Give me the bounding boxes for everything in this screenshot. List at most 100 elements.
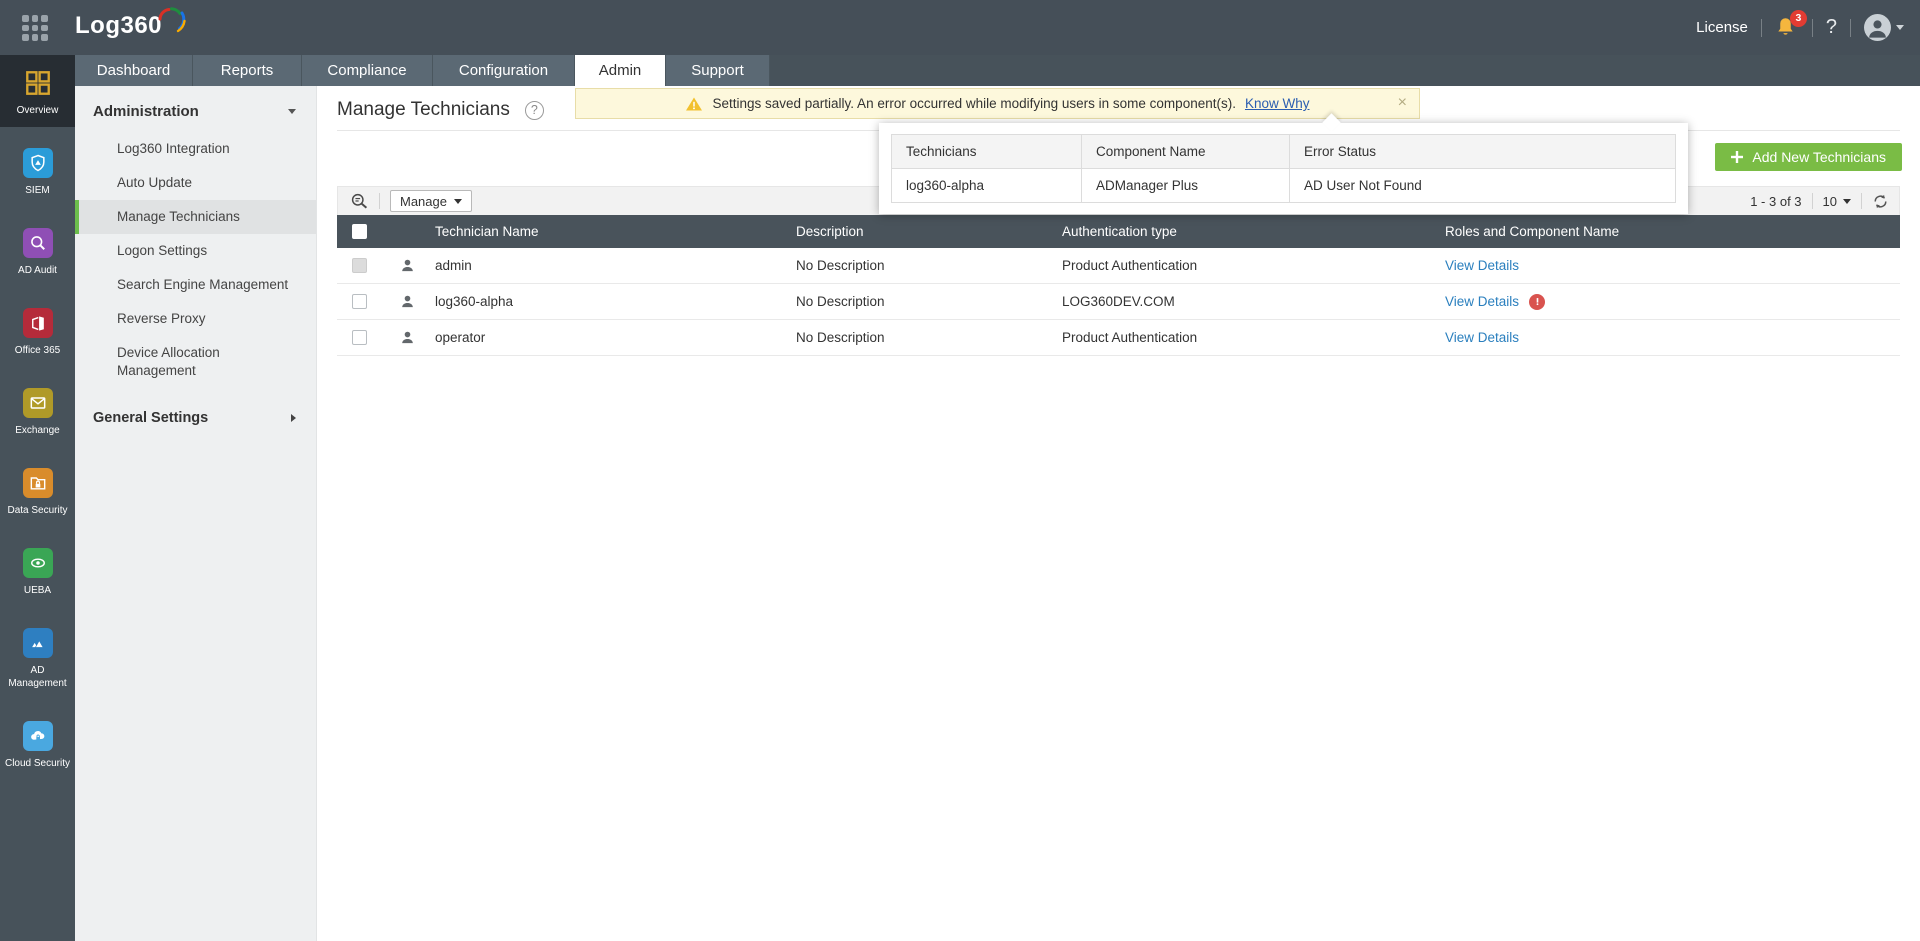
view-details-link[interactable]: View Details xyxy=(1445,294,1519,309)
add-new-technicians-button[interactable]: Add New Technicians xyxy=(1715,143,1902,171)
table-row: operator No Description Product Authenti… xyxy=(337,320,1900,356)
sidebar-item-reverse-proxy[interactable]: Reverse Proxy xyxy=(75,302,316,336)
module-office365[interactable]: Office 365 xyxy=(0,295,75,367)
table-row: log360-alpha ADManager Plus AD User Not … xyxy=(891,168,1676,203)
sidebar-item-auto-update[interactable]: Auto Update xyxy=(75,166,316,200)
search-filter-icon[interactable] xyxy=(350,192,369,211)
audit-search-icon xyxy=(22,228,53,258)
sidebar-item-label: Device Allocation Management xyxy=(117,345,220,378)
tab-label: Admin xyxy=(598,62,642,79)
technician-name: log360-alpha xyxy=(435,294,514,309)
license-link[interactable]: License xyxy=(1696,19,1748,36)
toolbar-divider xyxy=(1861,193,1862,209)
auth-type-cell: LOG360DEV.COM xyxy=(1062,294,1175,309)
tab-dashboard[interactable]: Dashboard xyxy=(75,55,193,86)
topbar: Log360 License 3 ? xyxy=(0,0,1920,55)
description-cell: No Description xyxy=(796,330,885,345)
row-checkbox[interactable] xyxy=(352,294,367,309)
table-row: admin No Description Product Authenticat… xyxy=(337,248,1900,284)
close-icon[interactable]: × xyxy=(1398,94,1407,112)
notifications-button[interactable]: 3 xyxy=(1775,9,1807,41)
chevron-down-icon xyxy=(288,109,296,114)
overview-grid-icon xyxy=(25,71,50,95)
module-label: Office 365 xyxy=(14,345,61,356)
tab-label: Compliance xyxy=(327,62,407,79)
row-checkbox[interactable] xyxy=(352,258,367,273)
module-data-security[interactable]: Data Security xyxy=(0,455,75,527)
error-icon[interactable] xyxy=(1529,293,1546,310)
sidebar-item-label: Logon Settings xyxy=(117,243,208,258)
user-avatar-icon xyxy=(1864,14,1891,41)
sidebar-section-general-settings[interactable]: General Settings xyxy=(75,400,316,436)
column-header: Error Status xyxy=(1289,134,1676,169)
description-cell: No Description xyxy=(796,294,885,309)
app-grid-icon[interactable] xyxy=(22,15,48,41)
view-details-link[interactable]: View Details xyxy=(1445,330,1519,345)
sidebar-item-logon-settings[interactable]: Logon Settings xyxy=(75,234,316,268)
main-nav: Dashboard Reports Compliance Configurati… xyxy=(75,55,1920,86)
refresh-icon[interactable] xyxy=(1872,193,1889,210)
view-details-link[interactable]: View Details xyxy=(1445,258,1519,273)
topbar-divider xyxy=(1760,18,1762,37)
chevron-down-icon xyxy=(1896,25,1904,30)
module-ad-audit[interactable]: AD Audit xyxy=(0,215,75,287)
description-cell: No Description xyxy=(796,258,885,273)
warning-banner: Settings saved partially. An error occur… xyxy=(575,88,1420,119)
module-label: Exchange xyxy=(15,425,60,436)
module-overview[interactable]: Overview xyxy=(0,55,75,127)
tab-compliance[interactable]: Compliance xyxy=(302,55,433,86)
auth-type-cell: Product Authentication xyxy=(1062,330,1198,345)
table-row: log360-alpha No Description LOG360DEV.CO… xyxy=(337,284,1900,320)
module-label: Data Security xyxy=(7,505,68,516)
toolbar-divider xyxy=(1811,193,1813,209)
chevron-down-icon xyxy=(453,198,462,204)
tab-label: Dashboard xyxy=(96,62,171,79)
sidebar-item-label: Manage Technicians xyxy=(117,209,240,224)
page-help-icon[interactable]: ? xyxy=(524,100,544,120)
column-header: Authentication type xyxy=(1062,224,1177,239)
sidebar-item-label: Reverse Proxy xyxy=(117,311,206,326)
error-details-popup: Technicians Component Name Error Status … xyxy=(879,113,1688,214)
sidebar-item-log360-integration[interactable]: Log360 Integration xyxy=(75,132,316,166)
logo-text: Log360 xyxy=(75,12,163,39)
module-ad-management[interactable]: AD Management xyxy=(0,615,75,700)
person-icon xyxy=(402,259,413,272)
know-why-link[interactable]: Know Why xyxy=(1245,96,1310,111)
admin-sidebar: Administration Log360 Integration Auto U… xyxy=(75,86,317,941)
column-header: Technicians xyxy=(891,134,1082,169)
module-label: Overview xyxy=(16,105,59,116)
sidebar-item-search-engine-management[interactable]: Search Engine Management xyxy=(75,268,316,302)
manage-button-label: Manage xyxy=(400,193,447,209)
tab-reports[interactable]: Reports xyxy=(193,55,302,86)
module-siem[interactable]: SIEM xyxy=(0,135,75,207)
row-checkbox[interactable] xyxy=(352,330,367,345)
technician-name: admin xyxy=(435,258,472,273)
sidebar-item-device-allocation-management[interactable]: Device Allocation Management xyxy=(75,336,316,388)
cloud-lock-icon xyxy=(22,721,53,751)
eye-icon xyxy=(22,548,53,578)
user-menu-button[interactable] xyxy=(1864,14,1904,41)
warning-icon xyxy=(686,96,703,111)
sidebar-item-manage-technicians[interactable]: Manage Technicians xyxy=(75,200,316,234)
module-cloud-security[interactable]: Cloud Security xyxy=(0,708,75,780)
error-popup-table: Technicians Component Name Error Status … xyxy=(891,134,1676,203)
table-header-row: Technician Name Description Authenticati… xyxy=(337,215,1900,248)
sidebar-section-administration[interactable]: Administration xyxy=(75,86,316,132)
module-ueba[interactable]: UEBA xyxy=(0,535,75,607)
help-icon[interactable]: ? xyxy=(1826,16,1837,39)
banner-message: Settings saved partially. An error occur… xyxy=(712,96,1236,111)
shield-icon xyxy=(22,148,53,178)
cell-error-status: AD User Not Found xyxy=(1289,168,1676,203)
manage-dropdown-button[interactable]: Manage xyxy=(390,190,472,212)
person-icon xyxy=(402,295,413,308)
page-size-dropdown[interactable]: 10 xyxy=(1823,194,1851,209)
topbar-divider xyxy=(1850,18,1851,37)
select-all-checkbox[interactable] xyxy=(352,224,367,239)
module-exchange[interactable]: Exchange xyxy=(0,375,75,447)
auth-type-cell: Product Authentication xyxy=(1062,258,1198,273)
tab-configuration[interactable]: Configuration xyxy=(433,55,575,86)
page-title: Manage Technicians xyxy=(337,99,510,120)
chevron-down-icon xyxy=(1843,198,1851,204)
tab-admin[interactable]: Admin xyxy=(575,55,666,86)
tab-support[interactable]: Support xyxy=(666,55,770,86)
